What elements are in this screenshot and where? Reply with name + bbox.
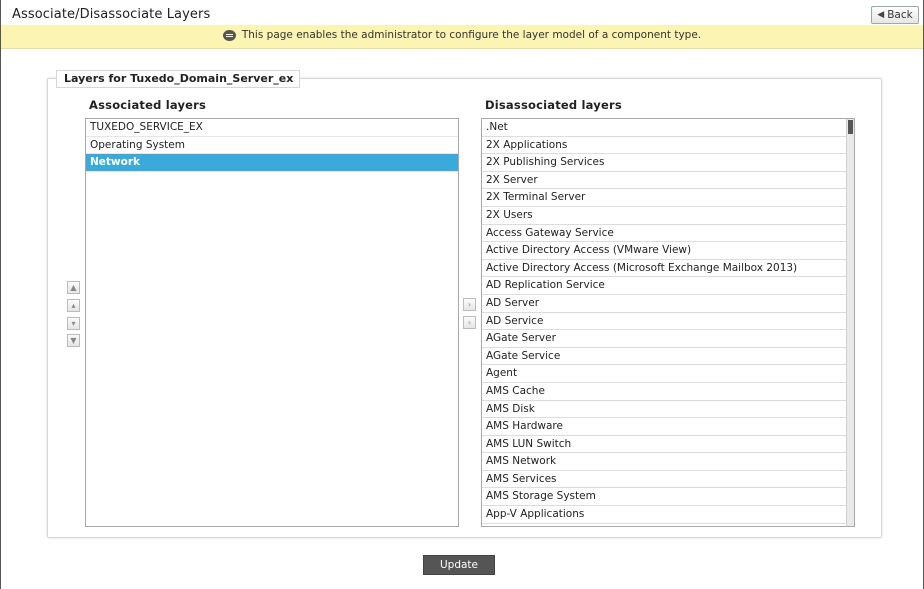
move-to-bottom-button[interactable]: ▼ <box>67 334 80 347</box>
list-item[interactable]: TUXEDO_SERVICE_EX <box>86 119 458 137</box>
back-button[interactable]: ◀ Back <box>871 6 919 24</box>
list-item[interactable]: AD Replication Service <box>482 277 846 295</box>
info-bar: This page enables the administrator to c… <box>1 25 923 49</box>
move-to-top-button[interactable]: ▲ <box>67 281 80 294</box>
list-item[interactable]: AMS Network <box>482 453 846 471</box>
info-message: This page enables the administrator to c… <box>241 29 702 41</box>
back-button-label: Back <box>887 9 913 21</box>
move-up-button[interactable]: ▴ <box>67 299 80 312</box>
back-arrow-icon: ◀ <box>877 10 885 20</box>
list-item[interactable]: Agent <box>482 365 846 383</box>
list-item[interactable]: Active Directory Access (VMware View) <box>482 242 846 260</box>
disassociated-layers-label: Disassociated layers <box>485 98 622 112</box>
list-item[interactable]: AMS LUN Switch <box>482 436 846 454</box>
list-item[interactable]: App-V Applications <box>482 506 846 524</box>
associated-layers-label: Associated layers <box>89 98 207 112</box>
list-item[interactable]: AMS Hardware <box>482 418 846 436</box>
associate-button[interactable]: ‹ <box>463 316 476 329</box>
page-title: Associate/Disassociate Layers <box>12 7 211 22</box>
panel-legend: Layers for Tuxedo_Domain_Server_ex <box>56 70 301 88</box>
list-item[interactable]: Active Directory Access (Microsoft Excha… <box>482 260 846 278</box>
list-item[interactable]: 2X Terminal Server <box>482 189 846 207</box>
list-item[interactable]: 2X Applications <box>482 137 846 155</box>
update-button[interactable]: Update <box>423 555 495 575</box>
scrollbar-thumb[interactable] <box>848 120 853 134</box>
list-item[interactable]: AMS Cache <box>482 383 846 401</box>
scrollbar[interactable] <box>846 119 854 526</box>
double-down-arrow-icon: ▼ <box>70 335 77 345</box>
list-item[interactable]: Operating System <box>86 137 458 155</box>
list-item[interactable]: AMS Storage System <box>482 488 846 507</box>
up-arrow-icon: ▴ <box>71 300 76 310</box>
disassociated-layers-items: .Net 2X Applications 2X Publishing Service… <box>482 119 846 526</box>
chevron-left-icon: ‹ <box>467 317 472 327</box>
list-item[interactable]: AGate Server <box>482 330 846 348</box>
list-item[interactable]: 2X Publishing Services <box>482 154 846 172</box>
list-item[interactable]: 2X Users <box>482 207 846 225</box>
speech-bubble-icon <box>222 29 236 41</box>
list-item[interactable]: AD Service <box>482 313 846 331</box>
down-arrow-icon: ▾ <box>71 318 76 328</box>
list-item[interactable]: 2X Server <box>482 172 846 190</box>
associated-layers-list[interactable]: TUXEDO_SERVICE_EX Operating System Network <box>85 118 459 527</box>
disassociate-button[interactable]: › <box>463 298 476 311</box>
disassociated-layers-list[interactable]: .Net 2X Applications 2X Publishing Service… <box>481 118 855 527</box>
list-item[interactable]: AMS Services <box>482 471 846 489</box>
double-up-arrow-icon: ▲ <box>70 282 77 292</box>
list-item[interactable]: AMS Disk <box>482 401 846 419</box>
list-item[interactable]: AD Server <box>482 295 846 313</box>
move-down-button[interactable]: ▾ <box>67 317 80 330</box>
list-item[interactable]: .Net <box>482 119 846 137</box>
chevron-right-icon: › <box>467 299 472 309</box>
list-item[interactable]: Access Gateway Service <box>482 225 846 243</box>
list-item[interactable]: AGate Service <box>482 348 846 366</box>
list-item[interactable]: Network <box>86 154 458 172</box>
